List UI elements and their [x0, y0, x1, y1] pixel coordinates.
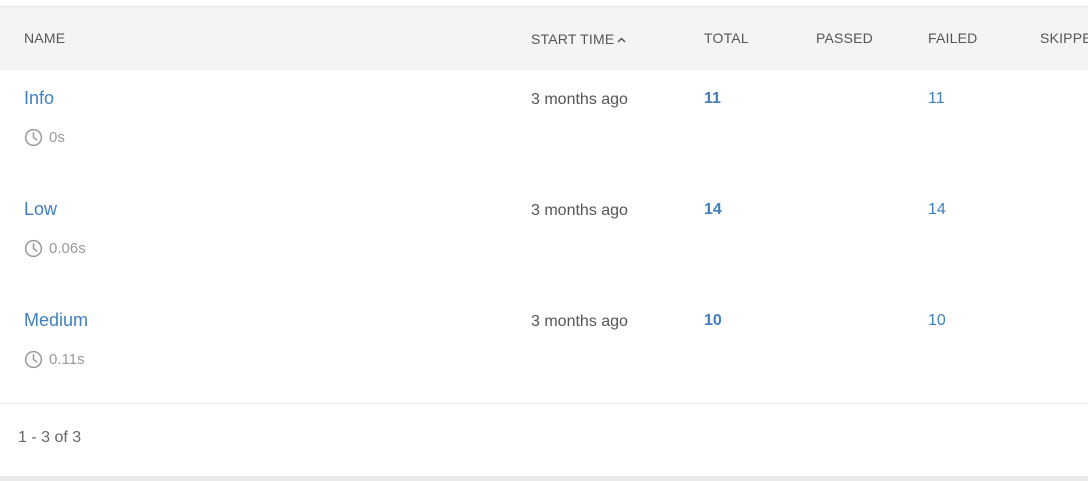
pagination-info: 1 - 3 of 3	[18, 429, 82, 446]
duration-value: 0.06s	[49, 239, 86, 257]
duration: 0.11s	[24, 349, 85, 369]
column-header-start-time[interactable]: START TIME	[531, 7, 626, 70]
total-count-link[interactable]: 10	[704, 312, 722, 330]
failed-count-link[interactable]: 10	[928, 312, 946, 330]
launch-name-link[interactable]: Low	[24, 199, 57, 220]
start-time-value: 3 months ago	[531, 202, 628, 219]
start-time-value: 3 months ago	[531, 313, 628, 330]
table-row: Low 0.06s 3 months ago 14 14	[0, 181, 1088, 293]
duration-value: 0.11s	[49, 350, 85, 368]
table-row: Info 0s 3 months ago 11 11	[0, 70, 1088, 182]
duration-value: 0s	[49, 128, 65, 146]
table-header: NAME START TIME TOTAL PASSED FAILED SKIP…	[0, 7, 1088, 70]
clock-icon	[24, 239, 43, 257]
launch-name-link[interactable]: Info	[24, 88, 54, 109]
total-count-link[interactable]: 11	[704, 90, 721, 108]
chevron-up-icon[interactable]	[617, 7, 626, 70]
column-header-failed[interactable]: FAILED	[928, 7, 977, 70]
column-header-start-time-label: START TIME	[531, 31, 615, 47]
column-header-passed[interactable]: PASSED	[816, 7, 873, 70]
start-time-value: 3 months ago	[531, 91, 628, 108]
clock-icon	[24, 128, 43, 146]
table-row: Medium 0.11s 3 months ago 10 10	[0, 292, 1088, 404]
failed-count-link[interactable]: 11	[928, 90, 945, 108]
duration: 0s	[24, 127, 65, 147]
total-count-link[interactable]: 14	[704, 201, 722, 219]
launches-table-view: NAME START TIME TOTAL PASSED FAILED SKIP…	[0, 0, 1088, 481]
launch-name-link[interactable]: Medium	[24, 310, 88, 331]
column-header-skipped[interactable]: SKIPPED	[1040, 7, 1088, 70]
failed-count-link[interactable]: 14	[928, 201, 946, 219]
bottom-divider	[0, 476, 1088, 481]
duration: 0.06s	[24, 238, 86, 258]
clock-icon	[24, 350, 43, 368]
column-header-name[interactable]: NAME	[24, 7, 65, 70]
column-header-total[interactable]: TOTAL	[704, 7, 749, 70]
table-footer: 1 - 3 of 3	[0, 404, 1088, 476]
